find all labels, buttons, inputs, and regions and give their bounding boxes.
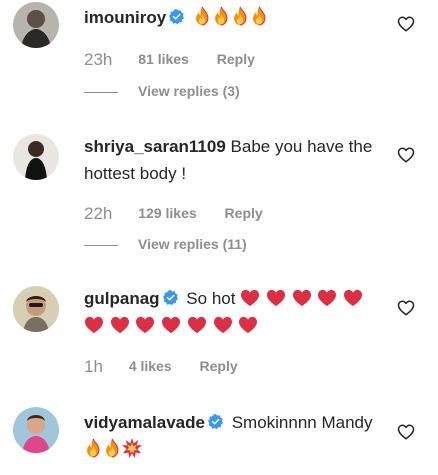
comment-likes[interactable]: 129 likes (138, 205, 196, 221)
view-replies-label: View replies (3) (138, 83, 240, 99)
comment-text: shriya_saran1109 Babe you have the hotte… (84, 133, 384, 187)
comment-likes[interactable]: 81 likes (138, 51, 189, 67)
comment-username[interactable]: imouniroy (84, 8, 166, 27)
comment-username[interactable]: vidyamalavade (84, 413, 205, 432)
comment-time: 23h (84, 50, 113, 69)
view-replies-label: View replies (11) (138, 236, 247, 252)
comment-time: 22h (84, 204, 113, 223)
fire-emoji-icon (84, 438, 102, 458)
red-heart-emoji-icon (343, 289, 363, 307)
verified-badge-icon (169, 9, 184, 24)
view-replies-button[interactable]: View replies (3) (84, 83, 240, 99)
collision-emoji-icon (122, 438, 142, 458)
comment-body: Smokinnnn Mandy (231, 413, 373, 432)
like-heart-icon[interactable] (397, 423, 415, 441)
comment-text: gulpanag So hot (84, 285, 374, 339)
avatar[interactable] (13, 407, 59, 453)
comment-username[interactable]: gulpanag (84, 289, 160, 308)
comment-meta: 22h 129 likes Reply (84, 204, 263, 224)
fire-emoji-icon (193, 6, 211, 26)
red-heart-emoji-icon (238, 316, 258, 334)
like-heart-icon[interactable] (397, 146, 415, 164)
red-heart-emoji-icon (292, 289, 312, 307)
divider-line (84, 244, 118, 246)
comment-emojis (84, 440, 143, 459)
red-heart-emoji-icon (213, 316, 233, 334)
view-replies-button[interactable]: View replies (11) (84, 236, 247, 252)
fire-emoji-icon (212, 6, 230, 26)
comment-time: 1h (84, 357, 103, 376)
comment-body: So hot (186, 289, 236, 308)
red-heart-emoji-icon (240, 289, 260, 307)
reply-button[interactable]: Reply (200, 358, 238, 374)
red-heart-emoji-icon (317, 289, 337, 307)
avatar[interactable] (13, 286, 59, 332)
verified-badge-icon (208, 414, 223, 429)
fire-emoji-icon (103, 438, 121, 458)
avatar[interactable] (13, 2, 59, 48)
divider-line (84, 91, 118, 93)
reply-button[interactable]: Reply (225, 205, 263, 221)
fire-emoji-icon (231, 6, 249, 26)
comment-text: imouniroy (84, 4, 384, 31)
red-heart-emoji-icon (135, 316, 155, 334)
like-heart-icon[interactable] (397, 15, 415, 33)
red-heart-emoji-icon (161, 316, 181, 334)
fire-emoji-icon (250, 6, 268, 26)
red-heart-emoji-icon (84, 316, 104, 334)
reply-button[interactable]: Reply (217, 51, 255, 67)
comment-emojis (193, 8, 269, 27)
comment-meta: 23h 81 likes Reply (84, 50, 255, 70)
red-heart-emoji-icon (110, 316, 130, 334)
red-heart-emoji-icon (266, 289, 286, 307)
comment-text: vidyamalavade Smokinnnn Mandy (84, 409, 384, 463)
avatar[interactable] (13, 134, 59, 180)
like-heart-icon[interactable] (397, 299, 415, 317)
comment-meta: 1h 4 likes Reply (84, 357, 238, 377)
red-heart-emoji-icon (187, 316, 207, 334)
comment-likes[interactable]: 4 likes (129, 358, 172, 374)
verified-badge-icon (163, 290, 178, 305)
comment-username[interactable]: shriya_saran1109 (84, 137, 226, 156)
